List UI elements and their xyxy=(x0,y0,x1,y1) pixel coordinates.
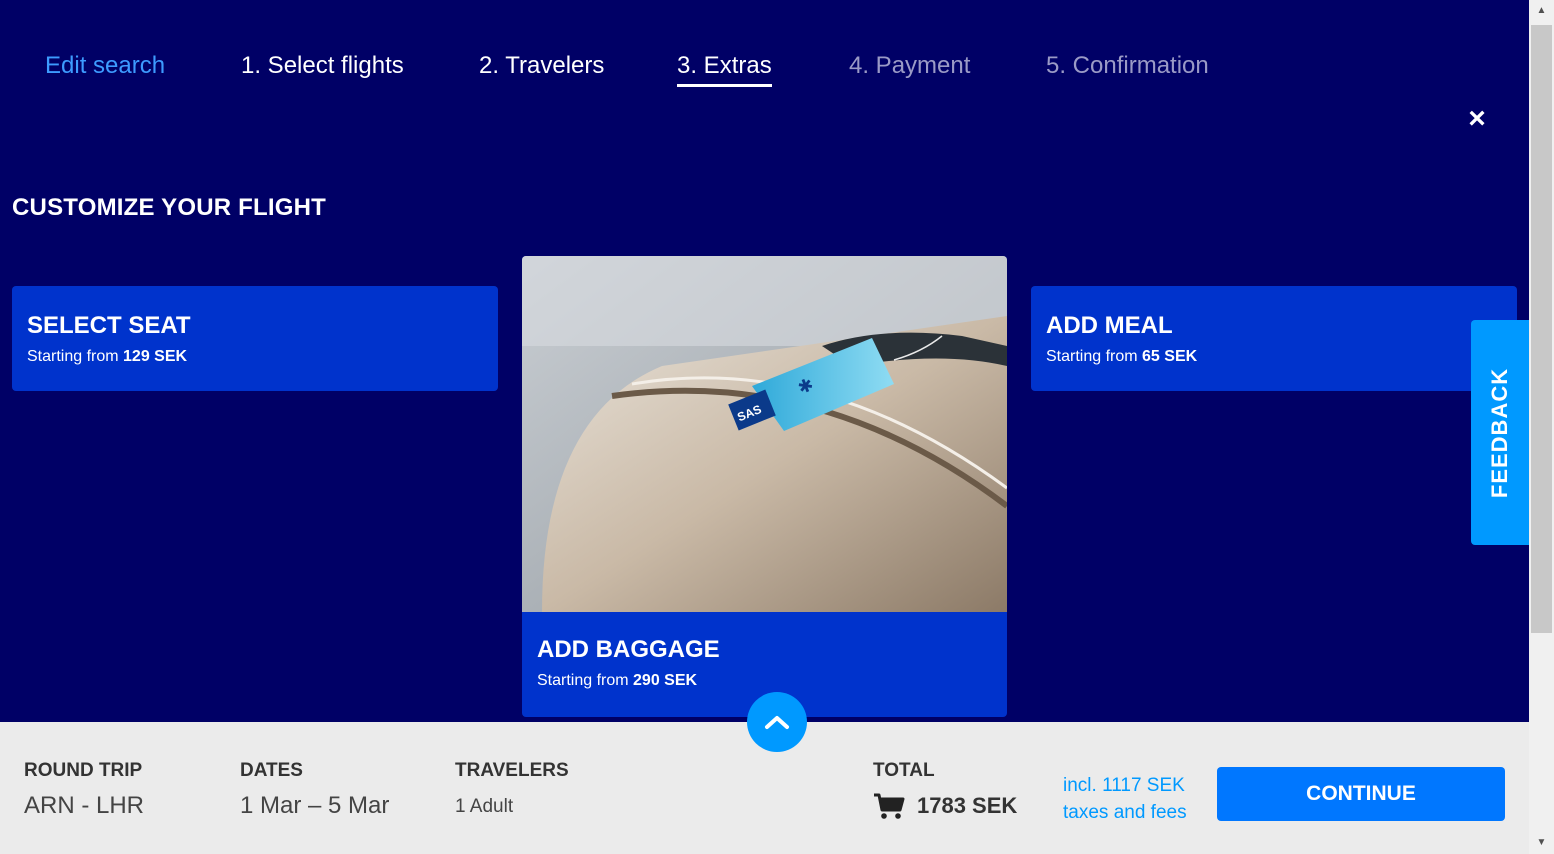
continue-button[interactable]: CONTINUE xyxy=(1217,767,1505,821)
price-prefix: Starting from xyxy=(27,348,124,365)
feedback-label: FEEDBACK xyxy=(1487,367,1512,498)
trip-summary: ROUND TRIP ARN - LHR xyxy=(24,760,144,820)
price-prefix: Starting from xyxy=(1046,348,1143,365)
add-meal-card[interactable]: ADD MEAL Starting from 65 SEK xyxy=(1031,286,1517,391)
total-label: TOTAL xyxy=(873,760,935,781)
booking-stepper: Edit search 1. Select flights 2. Travele… xyxy=(0,50,1529,134)
suitcase-image: SAS ✱ xyxy=(522,256,1007,612)
taxes-info-link[interactable]: incl. 1117 SEK taxes and fees xyxy=(1063,772,1213,826)
travelers-label: TRAVELERS xyxy=(455,760,569,781)
add-meal-title: ADD MEAL xyxy=(1046,312,1173,339)
main-area: Edit search 1. Select flights 2. Travele… xyxy=(0,0,1529,854)
trip-label: ROUND TRIP xyxy=(24,760,143,781)
total-summary: TOTAL 1783 SEK xyxy=(873,760,1017,820)
total-row: 1783 SEK xyxy=(873,792,1017,820)
scrollbar-thumb[interactable] xyxy=(1531,25,1552,633)
add-meal-price-line: Starting from 65 SEK xyxy=(1046,348,1502,366)
page-scrollbar[interactable]: ▲ ▼ xyxy=(1529,0,1554,854)
step-select-flights[interactable]: 1. Select flights xyxy=(241,50,404,82)
taxes-line-2: taxes and fees xyxy=(1063,802,1187,823)
add-baggage-title: ADD BAGGAGE xyxy=(537,636,720,663)
travelers-value: 1 Adult xyxy=(455,796,514,817)
add-meal-price: 65 SEK xyxy=(1142,348,1198,365)
expand-summary-button[interactable] xyxy=(747,692,807,752)
step-extras[interactable]: 3. Extras xyxy=(677,50,772,87)
dates-label: DATES xyxy=(240,760,303,781)
edit-search-link[interactable]: Edit search xyxy=(45,50,165,82)
close-icon[interactable]: × xyxy=(1462,104,1492,134)
select-seat-price: 129 SEK xyxy=(123,348,188,365)
feedback-tab[interactable]: FEEDBACK xyxy=(1471,320,1529,545)
taxes-line-1: incl. 1117 SEK xyxy=(1063,775,1185,796)
dates-summary: DATES 1 Mar – 5 Mar xyxy=(240,760,389,820)
dates-value: 1 Mar – 5 Mar xyxy=(240,792,390,819)
select-seat-title: SELECT SEAT xyxy=(27,312,191,339)
cart-icon xyxy=(874,793,905,819)
step-confirmation: 5. Confirmation xyxy=(1046,52,1209,79)
price-prefix: Starting from xyxy=(537,672,634,689)
add-baggage-card[interactable]: SAS ✱ ADD BAGGAGE Starting from 290 SEK xyxy=(522,256,1007,717)
scroll-up-arrow-icon[interactable]: ▲ xyxy=(1529,2,1554,20)
trip-route: ARN - LHR xyxy=(24,792,145,819)
select-seat-price-line: Starting from 129 SEK xyxy=(27,348,483,366)
travelers-summary: TRAVELERS 1 Adult xyxy=(455,760,569,818)
add-baggage-price-line: Starting from 290 SEK xyxy=(537,672,720,690)
page-title: CUSTOMIZE YOUR FLIGHT xyxy=(12,194,326,221)
scroll-down-arrow-icon[interactable]: ▼ xyxy=(1529,834,1554,852)
select-seat-card[interactable]: SELECT SEAT Starting from 129 SEK xyxy=(12,286,498,391)
step-travelers[interactable]: 2. Travelers xyxy=(479,50,604,82)
add-baggage-text: ADD BAGGAGE Starting from 290 SEK xyxy=(537,636,720,690)
step-payment: 4. Payment xyxy=(849,52,971,79)
chevron-up-icon xyxy=(765,716,789,729)
add-baggage-price: 290 SEK xyxy=(633,672,698,689)
total-value: 1783 SEK xyxy=(917,793,1018,818)
